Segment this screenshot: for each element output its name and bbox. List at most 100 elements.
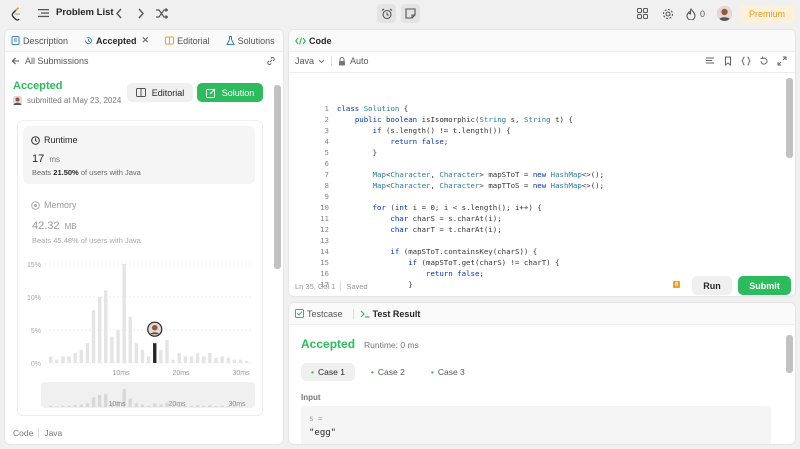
tab-code[interactable]: Code [295,36,332,46]
runtime-bar[interactable] [67,356,71,363]
runtime-card[interactable]: Runtime 17 ms Beats 21.50% of users with… [23,126,255,184]
tab-testcase[interactable]: Testcase [295,309,343,319]
runtime-bar[interactable] [238,359,243,363]
runtime-bar[interactable] [208,353,212,363]
runtime-bar[interactable] [171,359,175,363]
runtime-bar[interactable] [195,353,200,363]
layout-button[interactable] [637,8,648,19]
submit-button[interactable]: Submit [738,276,791,295]
expand-icon[interactable] [777,56,787,66]
submitted-date: submitted at May 23, 2024 [27,96,122,105]
solution-button[interactable]: Solution [197,83,263,102]
streak-counter[interactable]: 0 [686,8,705,20]
chevron-right-icon [138,8,144,19]
runtime-bar[interactable] [128,316,132,363]
overview-bar [208,405,212,407]
editor-scrollbar[interactable] [786,78,793,158]
input-value: "egg" [309,428,337,438]
memory-header[interactable]: Memory [31,200,77,210]
editor-actions [705,56,787,66]
toolbar-divider [331,56,333,66]
footer-divider [38,428,40,438]
auto-mode-toggle[interactable]: Auto [338,56,369,66]
prev-problem-button[interactable] [115,8,123,19]
arrow-left-icon [11,57,19,65]
case-tab-2[interactable]: • Case 2 [361,363,415,381]
chevron-down-icon [318,59,325,63]
tab-description[interactable]: Description [11,36,68,46]
notes-button[interactable] [401,4,420,23]
editorial-button[interactable]: Editorial [127,83,193,102]
case-tab-1[interactable]: • Case 1 [301,363,355,381]
tab-test-result[interactable]: Test Result [360,309,420,319]
runtime-bar[interactable] [202,356,206,363]
runtime-bar[interactable] [189,356,194,363]
runtime-bar[interactable] [116,330,120,363]
runtime-bar[interactable] [214,357,218,363]
left-scrollbar[interactable] [274,85,281,269]
user-avatar[interactable] [717,6,732,21]
timer-button[interactable] [377,4,396,23]
code-editor-panel: Code Java Auto 1 class Solution {2 public… [288,29,796,297]
debug-button[interactable] [672,280,681,291]
close-tab-icon[interactable]: ✕ [142,35,150,46]
line-number: 6 [324,159,329,168]
runtime-bar[interactable] [73,353,77,363]
runtime-bar[interactable] [226,357,230,363]
next-problem-button[interactable] [137,8,145,19]
reset-icon[interactable] [759,56,769,66]
tab-accepted[interactable]: Accepted ✕ [84,35,149,46]
format-icon[interactable] [705,56,715,66]
bookmark-icon[interactable] [723,56,733,66]
settings-button[interactable] [662,8,674,20]
runtime-bar[interactable] [220,356,224,363]
runtime-bar[interactable] [232,359,237,363]
runtime-bar[interactable] [49,356,53,363]
runtime-bar[interactable] [97,297,102,363]
runtime-bar[interactable] [244,361,249,363]
book-icon [165,36,175,45]
range-overview[interactable] [41,382,255,408]
result-scrollbar[interactable] [786,335,793,373]
current-runtime-bar[interactable] [153,343,157,363]
problem-list-button[interactable]: Problem List [38,7,114,18]
runtime-bar[interactable] [165,339,169,363]
runtime-bar[interactable] [159,349,163,363]
leetcode-logo[interactable] [10,7,23,21]
runtime-bar[interactable] [104,290,108,363]
all-submissions-link[interactable]: All Submissions [11,56,89,66]
runtime-bar[interactable] [177,353,181,363]
tab-solutions[interactable]: Solutions [225,36,275,46]
language-select[interactable]: Java [295,56,325,66]
runtime-distribution-chart[interactable]: 15% 10% 5% 0% 10ms 20ms 30ms 10ms 20ms 30ms [5,252,281,412]
line-number: 12 [320,225,329,234]
runtime-bar[interactable] [110,336,114,363]
runtime-bar[interactable] [140,349,145,363]
run-button[interactable]: Run [692,276,732,295]
runtime-bar[interactable] [122,264,126,363]
overview-bar [202,405,206,407]
my-submission-marker[interactable] [147,321,163,337]
list-icon [38,8,49,17]
runtime-bar[interactable] [61,356,65,363]
braces-icon[interactable] [741,56,751,66]
memory-number: 42.32 [32,220,60,232]
runtime-bar[interactable] [79,349,83,363]
result-tabs: Testcase Test Result [289,303,795,325]
runtime-bar[interactable] [183,356,188,363]
case-tab-label: Case 3 [437,367,465,377]
runtime-bar[interactable] [91,310,96,363]
overview-bar [73,405,77,407]
tab-editorial[interactable]: Editorial [165,36,210,46]
premium-button[interactable]: Premium [739,5,795,23]
runtime-bar[interactable] [134,343,139,363]
grid-icon [637,8,648,19]
random-problem-button[interactable] [156,8,168,19]
runtime-bar[interactable] [85,343,90,363]
case-tab-3[interactable]: • Case 3 [421,363,475,381]
case-tabs: • Case 1 • Case 2 • Case 3 [301,363,475,381]
share-link-button[interactable] [266,56,276,68]
runtime-bar[interactable] [55,359,59,363]
runtime-bar[interactable] [146,356,151,363]
code-language: Java [44,428,63,438]
